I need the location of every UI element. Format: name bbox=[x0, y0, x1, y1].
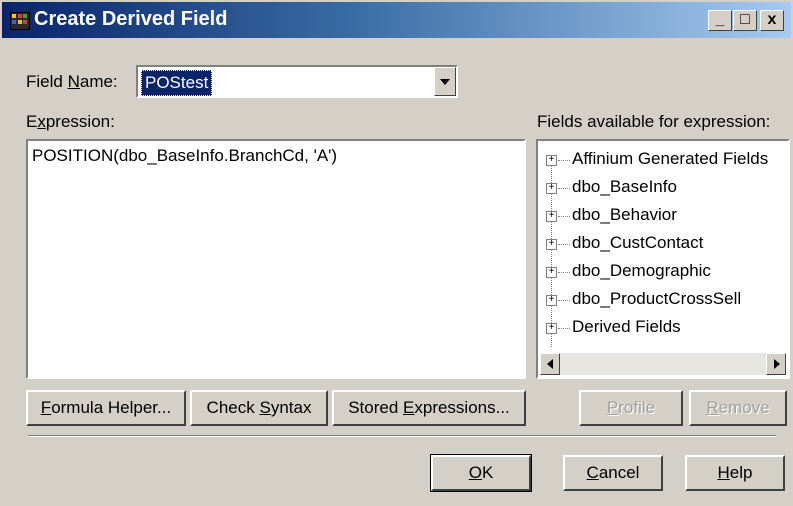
horizontal-scrollbar[interactable] bbox=[540, 353, 786, 375]
expression-label-after: pression: bbox=[45, 112, 115, 131]
tree-dots bbox=[558, 244, 570, 245]
check-syntax-rest: yntax bbox=[270, 398, 312, 417]
scroll-left-button[interactable] bbox=[540, 353, 560, 375]
expand-icon[interactable]: + bbox=[546, 267, 557, 278]
field-name-label-after: ame: bbox=[79, 72, 118, 91]
expand-icon[interactable]: + bbox=[546, 183, 557, 194]
field-name-label-before: Field bbox=[26, 72, 68, 91]
expand-icon[interactable]: + bbox=[546, 323, 557, 334]
remove-rest: emove bbox=[718, 398, 770, 417]
arrow-right-icon bbox=[774, 359, 780, 369]
tree-node-label[interactable]: dbo_BaseInfo bbox=[572, 177, 677, 197]
tree-dots bbox=[558, 216, 570, 217]
fields-available-label: Fields available for expression: bbox=[537, 112, 771, 131]
profile-rest: rofile bbox=[618, 398, 656, 417]
help-rest: elp bbox=[729, 463, 753, 482]
fields-tree[interactable]: + Affinium Generated Fields + dbo_BaseIn… bbox=[536, 139, 790, 379]
tree-dots bbox=[558, 300, 570, 301]
tree-node-label[interactable]: dbo_CustContact bbox=[572, 233, 703, 253]
tree-dots bbox=[558, 328, 570, 329]
tree-dots bbox=[558, 272, 570, 273]
help-button[interactable]: Help bbox=[685, 455, 785, 491]
tree-node-label[interactable]: dbo_ProductCrossSell bbox=[572, 289, 741, 309]
stored-expressions-accel: E bbox=[403, 398, 415, 417]
expression-value: POSITION(dbo_BaseInfo.BranchCd, 'A') bbox=[32, 146, 338, 165]
field-name-label-accel: N bbox=[67, 72, 80, 91]
scroll-right-button[interactable] bbox=[766, 353, 786, 375]
profile-accel: P bbox=[606, 398, 619, 417]
chevron-down-icon bbox=[440, 79, 450, 85]
tree-node-label[interactable]: dbo_Behavior bbox=[572, 205, 677, 225]
expand-icon[interactable]: + bbox=[546, 211, 557, 222]
field-name-value[interactable]: POStest bbox=[141, 70, 213, 96]
maximize-button[interactable]: □ bbox=[733, 10, 757, 31]
tree-node-label[interactable]: dbo_Demographic bbox=[572, 261, 711, 281]
expand-icon[interactable]: + bbox=[546, 295, 557, 306]
field-name-dropdown-button[interactable] bbox=[434, 67, 456, 96]
title-bar[interactable]: Create Derived Field _ □ x bbox=[2, 2, 791, 38]
minimize-button[interactable]: _ bbox=[708, 10, 732, 31]
tree-node-label[interactable]: Affinium Generated Fields bbox=[572, 149, 768, 169]
expression-label-accel: x bbox=[37, 112, 46, 131]
ok-button[interactable]: OK bbox=[430, 454, 532, 492]
help-accel: H bbox=[717, 463, 730, 482]
create-derived-field-dialog: Create Derived Field _ □ x Field Name: P… bbox=[0, 0, 793, 506]
field-name-label: Field Name: bbox=[26, 72, 118, 92]
cancel-button[interactable]: Cancel bbox=[563, 455, 663, 491]
check-syntax-button[interactable]: Check Syntax bbox=[190, 390, 328, 426]
remove-accel: R bbox=[706, 398, 719, 417]
formula-helper-accel: F bbox=[40, 398, 52, 417]
ok-rest: K bbox=[481, 463, 494, 482]
profile-button[interactable]: Profile bbox=[579, 390, 683, 426]
tree-dots bbox=[558, 188, 570, 189]
expand-icon[interactable]: + bbox=[546, 155, 557, 166]
ok-accel: O bbox=[468, 463, 482, 482]
cancel-accel: C bbox=[586, 463, 599, 482]
remove-button[interactable]: Remove bbox=[689, 390, 787, 426]
close-button[interactable]: x bbox=[760, 10, 784, 31]
check-syntax-before: Check bbox=[206, 398, 260, 417]
window-title: Create Derived Field bbox=[34, 8, 228, 30]
arrow-left-icon bbox=[547, 359, 553, 369]
field-name-combo[interactable]: POStest bbox=[136, 65, 458, 98]
tree-node-label[interactable]: Derived Fields bbox=[572, 317, 681, 337]
separator bbox=[28, 435, 776, 437]
expand-icon[interactable]: + bbox=[546, 239, 557, 250]
cancel-rest: ancel bbox=[598, 463, 640, 482]
stored-expressions-before: Stored bbox=[348, 398, 404, 417]
expression-textarea[interactable]: POSITION(dbo_BaseInfo.BranchCd, 'A') bbox=[26, 139, 526, 379]
tree-dots bbox=[558, 160, 570, 161]
formula-helper-button[interactable]: Formula Helper... bbox=[26, 390, 186, 426]
formula-helper-rest: ormula Helper... bbox=[51, 398, 172, 417]
app-icon bbox=[10, 12, 30, 30]
expression-label: Expression: bbox=[26, 112, 115, 132]
check-syntax-accel: S bbox=[259, 398, 271, 417]
stored-expressions-rest: xpressions... bbox=[414, 398, 510, 417]
expression-label-before: E bbox=[26, 112, 38, 131]
stored-expressions-button[interactable]: Stored Expressions... bbox=[332, 390, 526, 426]
